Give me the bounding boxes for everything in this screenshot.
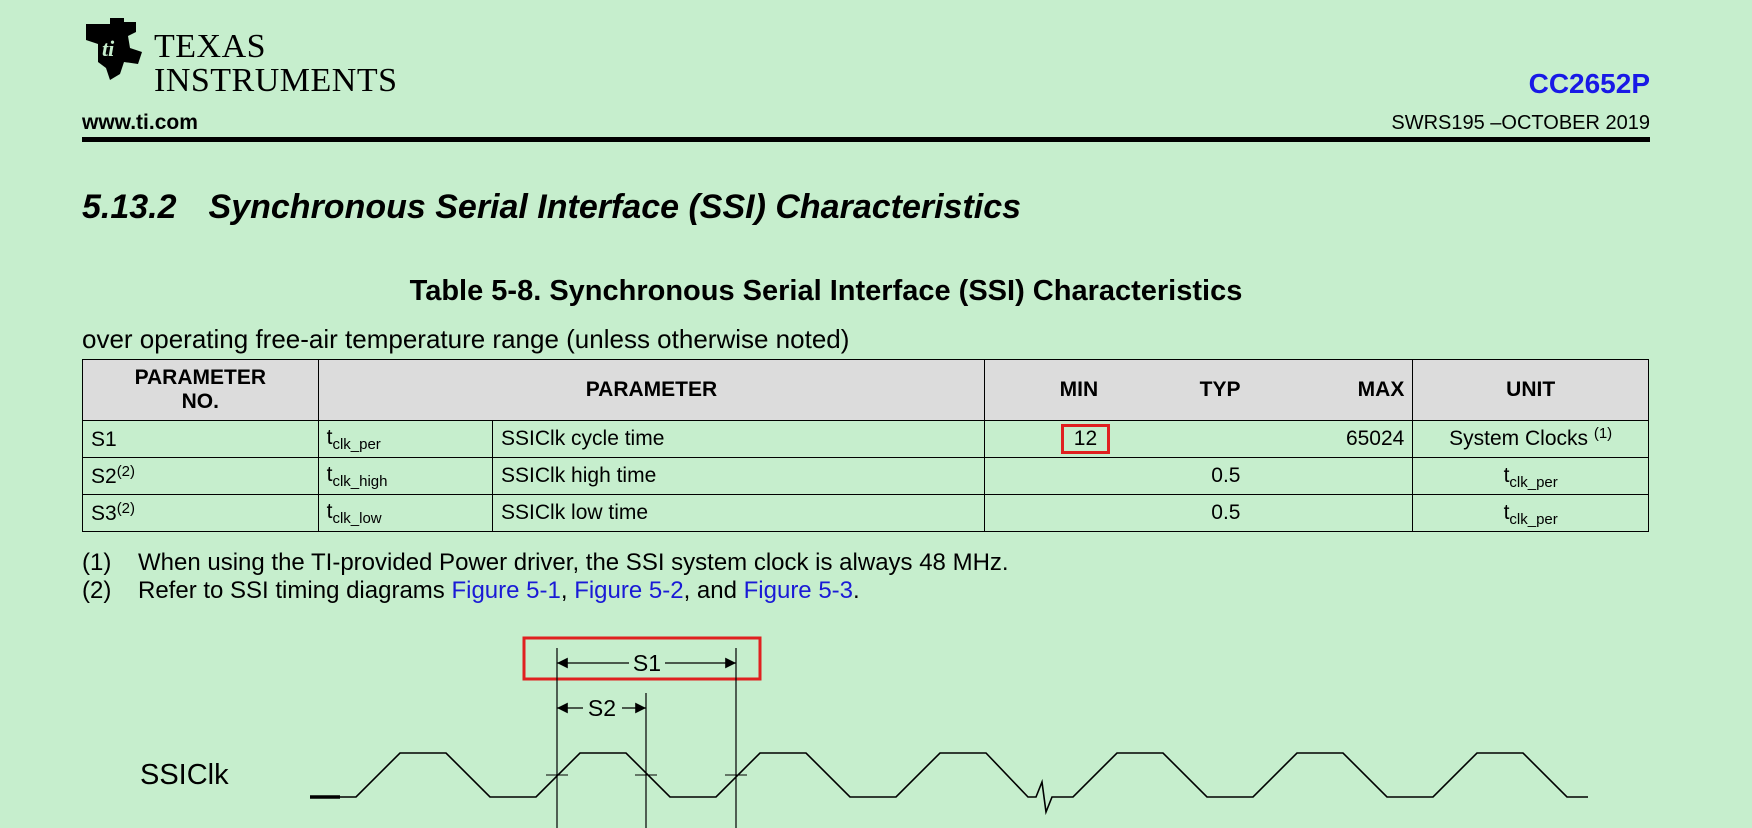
table-header-row: PARAMETER NO. PARAMETER MIN TYP MAX UNIT	[82, 359, 1649, 421]
separator: , and	[683, 577, 744, 604]
separator: ,	[560, 577, 575, 604]
header-typ: TYP	[1126, 359, 1261, 421]
footnote-key: (1)	[82, 549, 112, 576]
typ-cell: 0.5	[1126, 494, 1261, 532]
symbol-cell: tclk_per	[317, 420, 494, 458]
table-subtitle: over operating free-air temperature rang…	[82, 324, 850, 354]
unit-cell: System Clocks (1)	[1412, 420, 1649, 458]
ssi-characteristics-table: PARAMETER NO. PARAMETER MIN TYP MAX UNIT…	[82, 359, 1649, 532]
param-no-note: (2)	[116, 463, 136, 480]
symbol-cell: tclk_low	[317, 494, 494, 532]
description-cell: SSIClk cycle time	[492, 420, 986, 458]
footnote-key: (2)	[82, 577, 112, 604]
param-no-cell: S1	[82, 420, 319, 458]
description-cell: SSIClk low time	[492, 494, 986, 532]
section-heading: 5.13.2 Synchronous Serial Interface (SSI)…	[82, 188, 1021, 227]
svg-text:ti: ti	[102, 36, 115, 61]
max-cell	[1260, 457, 1414, 495]
table-row: S2(2) tclk_high SSIClk high time 0.5 tcl…	[82, 457, 1649, 495]
header-parameter: PARAMETER	[317, 359, 986, 421]
unit-cell: tclk_per	[1412, 494, 1649, 532]
param-no: S2	[91, 465, 117, 488]
header-param-no: PARAMETER NO.	[82, 359, 319, 421]
document-number: SWRS195 –OCTOBER 2019	[1391, 112, 1650, 134]
param-no-cell: S3(2)	[82, 494, 319, 532]
table-title: Table 5-8. Synchronous Serial Interface …	[409, 275, 1243, 307]
table-row: S3(2) tclk_low SSIClk low time 0.5 tclk_…	[82, 494, 1649, 532]
symbol-cell: tclk_high	[317, 457, 494, 495]
section-number: 5.13.2	[82, 188, 177, 226]
min-highlight: 12	[1060, 424, 1111, 454]
header-unit: UNIT	[1412, 359, 1649, 421]
unit: System Clocks	[1449, 426, 1588, 450]
unit-sub: clk_per	[1509, 473, 1558, 491]
s2-label: S2	[588, 695, 616, 721]
footnote-text: Refer to SSI timing diagrams	[138, 577, 452, 604]
ti-logo: ti TEXAS INSTRUMENTS	[80, 18, 397, 99]
header-rule	[82, 137, 1650, 142]
ssiclk-label: SSIClk	[140, 759, 229, 791]
symbol-sub: clk_per	[332, 435, 381, 453]
param-no: S1	[91, 428, 117, 451]
param-no-note: (2)	[116, 500, 136, 517]
unit-note: (1)	[1593, 424, 1613, 442]
table-row: S1 tclk_per SSIClk cycle time 12 65024 S…	[82, 420, 1649, 458]
footnote-1: (1) When using the TI-provided Power driv…	[82, 549, 1009, 577]
section-title: Synchronous Serial Interface (SSI) Chara…	[208, 188, 1022, 226]
typ-cell	[1126, 420, 1261, 458]
min-cell: 12	[984, 420, 1127, 458]
ssiclk-waveform	[310, 752, 1588, 816]
symbol-sub: clk_low	[332, 509, 382, 527]
website-link[interactable]: www.ti.com	[82, 111, 198, 135]
unit-sub: clk_per	[1509, 510, 1558, 528]
header-max: MAX	[1260, 359, 1414, 421]
typ-cell: 0.5	[1126, 457, 1261, 495]
symbol-sub: clk_high	[332, 472, 388, 490]
period: .	[853, 577, 860, 604]
footnote-2: (2) Refer to SSI timing diagrams Figure 5…	[82, 577, 860, 605]
logo-text-line2: INSTRUMENTS	[154, 62, 398, 99]
param-no-cell: S2(2)	[82, 457, 319, 495]
min-cell	[984, 457, 1127, 495]
footnote-text: When using the TI-provided Power driver,…	[138, 549, 1009, 576]
logo-text-line1: TEXAS	[154, 28, 267, 65]
ssi-timing-diagram: S1 S2 SSIClk	[140, 636, 1588, 828]
figure-5-3-link[interactable]: Figure 5-3	[744, 577, 853, 604]
ti-state-icon: ti	[86, 18, 142, 80]
max-cell: 65024	[1260, 420, 1414, 458]
product-name[interactable]: CC2652P	[1529, 68, 1650, 100]
figure-5-2-link[interactable]: Figure 5-2	[574, 577, 683, 604]
header-min: MIN	[984, 359, 1127, 421]
unit-cell: tclk_per	[1412, 457, 1649, 495]
param-no: S3	[91, 502, 117, 525]
max-cell	[1260, 494, 1414, 532]
figure-5-1-link[interactable]: Figure 5-1	[451, 577, 560, 604]
min-cell	[984, 494, 1127, 532]
s1-label: S1	[633, 650, 661, 676]
description-cell: SSIClk high time	[492, 457, 986, 495]
